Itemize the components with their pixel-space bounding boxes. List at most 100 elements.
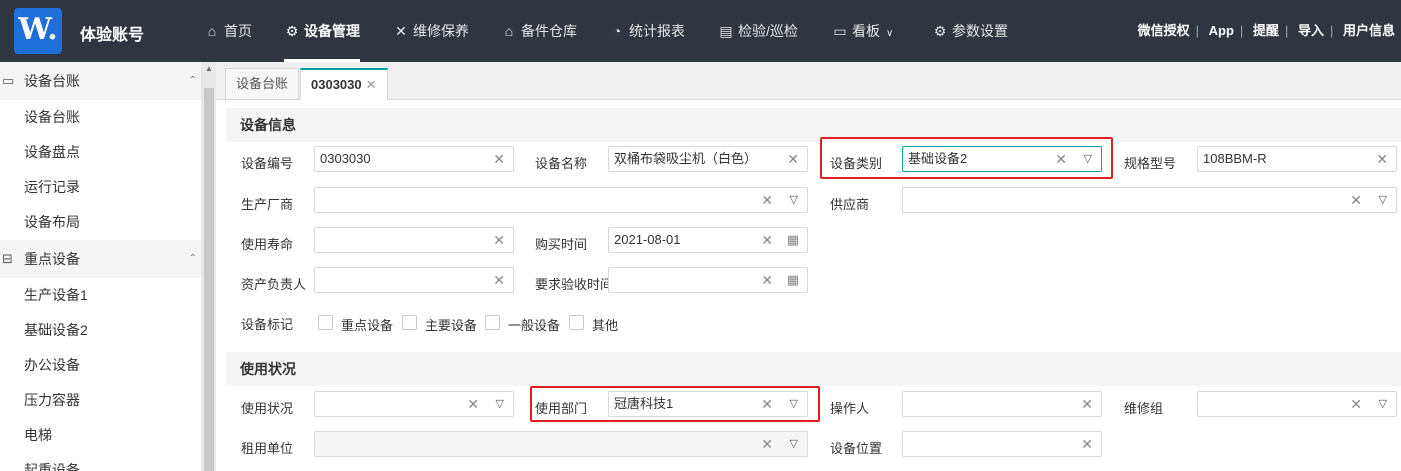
clear-icon[interactable]: ✕ bbox=[467, 392, 479, 416]
checkbox-main-equipment[interactable] bbox=[402, 315, 417, 330]
nav-label: 维修保养 bbox=[413, 23, 469, 39]
nav-settings[interactable]: ⚙ 参数设置 bbox=[932, 0, 1008, 62]
field-value: 2021-08-01 bbox=[614, 232, 681, 247]
chevron-down-icon[interactable]: ▽ bbox=[790, 392, 798, 416]
clear-icon[interactable]: ✕ bbox=[1350, 392, 1362, 416]
field-label: 使用状况 bbox=[241, 401, 294, 416]
sidebar-item-basic[interactable]: 基础设备2 bbox=[0, 313, 201, 348]
purchase-date-picker[interactable]: 2021-08-01 ✕ ▦ bbox=[608, 227, 808, 253]
checkbox-key-equipment[interactable] bbox=[318, 315, 333, 330]
chevron-down-icon[interactable]: ▽ bbox=[790, 432, 798, 456]
nav-label: 检验/巡检 bbox=[738, 23, 798, 39]
field-label: 设备位置 bbox=[830, 441, 883, 456]
clear-icon[interactable]: ✕ bbox=[1055, 147, 1067, 171]
department-select[interactable]: 冠唐科技1 ✕ ▽ bbox=[608, 391, 808, 417]
nav-warehouse[interactable]: ⌂ 备件仓库 bbox=[501, 0, 577, 62]
calendar-icon[interactable]: ▦ bbox=[787, 268, 799, 292]
nav-label: 统计报表 bbox=[629, 23, 685, 39]
calendar-icon[interactable]: ▦ bbox=[787, 228, 799, 252]
clear-icon[interactable]: ✕ bbox=[1376, 147, 1388, 171]
clear-icon[interactable]: ✕ bbox=[493, 268, 505, 292]
group-label: 重点设备 bbox=[24, 251, 80, 267]
clear-icon[interactable]: ✕ bbox=[761, 228, 773, 252]
scroll-up-arrow-icon[interactable]: ▲ bbox=[202, 64, 216, 76]
sidebar-group-key-equipment[interactable]: ⊟ 重点设备 ⌃ bbox=[0, 240, 201, 278]
usage-status-select[interactable]: ✕ ▽ bbox=[314, 391, 514, 417]
field-label: 维修组 bbox=[1124, 401, 1164, 416]
device-code-input[interactable]: 0303030 ✕ bbox=[314, 146, 514, 172]
field-label: 设备类别 bbox=[830, 156, 883, 171]
app-logo[interactable]: W. bbox=[14, 8, 62, 54]
sidebar-item-inventory[interactable]: 设备盘点 bbox=[0, 135, 201, 170]
nav-inspection[interactable]: ▤ 检验/巡检 bbox=[718, 0, 798, 62]
sidebar-item-layout[interactable]: 设备布局 bbox=[0, 205, 201, 240]
link-user-info[interactable]: 用户信息 bbox=[1337, 23, 1401, 38]
chevron-down-icon[interactable]: ▽ bbox=[1379, 188, 1387, 212]
device-category-select[interactable]: 基础设备2 ✕ ▽ bbox=[902, 146, 1102, 172]
equipment-icon: ⚙ bbox=[285, 23, 299, 39]
sidebar-item-production[interactable]: 生产设备1 bbox=[0, 278, 201, 313]
clear-icon[interactable]: ✕ bbox=[1081, 432, 1093, 456]
minus-box-icon: ⊟ bbox=[2, 251, 13, 266]
model-input[interactable]: 108BBM-R ✕ bbox=[1197, 146, 1397, 172]
repair-group-select[interactable]: ✕ ▽ bbox=[1197, 391, 1397, 417]
sidebar: ▭ 设备台账 ⌃ 设备台账 设备盘点 运行记录 设备布局 ⊟ 重点设备 ⌃ 生产… bbox=[0, 62, 202, 471]
checkbox-other[interactable] bbox=[569, 315, 584, 330]
home-icon: ⌂ bbox=[207, 23, 217, 39]
nav-equipment[interactable]: ⚙ 设备管理 bbox=[284, 0, 360, 62]
chevron-down-icon[interactable]: ▽ bbox=[1379, 392, 1387, 416]
sidebar-item-ledger[interactable]: 设备台账 bbox=[0, 100, 201, 135]
field-value: 0303030 bbox=[320, 151, 371, 166]
divider: | bbox=[1284, 23, 1289, 38]
nav-home[interactable]: ⌂ 首页 bbox=[204, 0, 252, 62]
inspection-icon: ▤ bbox=[719, 23, 733, 39]
nav-dashboard[interactable]: ▭ 看板 ∨ bbox=[832, 0, 893, 62]
sidebar-item-run-log[interactable]: 运行记录 bbox=[0, 170, 201, 205]
checkbox-general-equipment[interactable] bbox=[485, 315, 500, 330]
tab-device-0303030[interactable]: 0303030 ✕ bbox=[300, 68, 388, 100]
sidebar-scrollbar[interactable]: ▲ bbox=[202, 62, 216, 471]
chevron-down-icon[interactable]: ▽ bbox=[1084, 147, 1092, 171]
chevron-down-icon[interactable]: ▽ bbox=[496, 392, 504, 416]
sidebar-item-lifting[interactable]: 起重设备 bbox=[0, 453, 201, 471]
field-label: 供应商 bbox=[830, 197, 870, 212]
supplier-select[interactable]: ✕ ▽ bbox=[902, 187, 1397, 213]
link-app[interactable]: App bbox=[1203, 23, 1240, 38]
operator-input[interactable]: ✕ bbox=[902, 391, 1102, 417]
device-name-input[interactable]: 双桶布袋吸尘机（白色） ✕ bbox=[608, 146, 808, 172]
sidebar-item-elevator[interactable]: 电梯 bbox=[0, 418, 201, 453]
clear-icon[interactable]: ✕ bbox=[761, 268, 773, 292]
clear-icon[interactable]: ✕ bbox=[493, 147, 505, 171]
nav-reports[interactable]: ◔ 统计报表 bbox=[609, 0, 685, 62]
field-label: 资产负责人 bbox=[241, 277, 307, 292]
link-import[interactable]: 导入 bbox=[1292, 23, 1330, 38]
link-wechat-auth[interactable]: 微信授权 bbox=[1132, 23, 1196, 38]
sidebar-item-office[interactable]: 办公设备 bbox=[0, 348, 201, 383]
clear-icon[interactable]: ✕ bbox=[1081, 392, 1093, 416]
owner-input[interactable]: ✕ bbox=[314, 267, 514, 293]
nav-label: 备件仓库 bbox=[521, 23, 577, 39]
sidebar-item-pressure[interactable]: 压力容器 bbox=[0, 383, 201, 418]
clear-icon[interactable]: ✕ bbox=[761, 188, 773, 212]
clear-icon[interactable]: ✕ bbox=[1350, 188, 1362, 212]
location-input[interactable]: ✕ bbox=[902, 431, 1102, 457]
lifespan-input[interactable]: ✕ bbox=[314, 227, 514, 253]
clear-icon[interactable]: ✕ bbox=[761, 392, 773, 416]
field-label: 操作人 bbox=[830, 401, 870, 416]
nav-maintenance[interactable]: ✕ 维修保养 bbox=[393, 0, 469, 62]
sidebar-group-ledger[interactable]: ▭ 设备台账 ⌃ bbox=[0, 62, 201, 100]
clear-icon[interactable]: ✕ bbox=[761, 432, 773, 456]
clear-icon[interactable]: ✕ bbox=[787, 147, 799, 171]
scroll-thumb[interactable] bbox=[204, 88, 214, 471]
clear-icon[interactable]: ✕ bbox=[493, 228, 505, 252]
collapse-icon: ⌃ bbox=[188, 75, 197, 86]
manufacturer-select[interactable]: ✕ ▽ bbox=[314, 187, 808, 213]
lessee-select[interactable]: ✕ ▽ bbox=[314, 431, 808, 457]
acceptance-date-picker[interactable]: ✕ ▦ bbox=[608, 267, 808, 293]
tab-label: 0303030 bbox=[311, 77, 362, 92]
checkbox-label: 主要设备 bbox=[425, 318, 478, 333]
tab-ledger[interactable]: 设备台账 bbox=[225, 68, 300, 100]
close-icon[interactable]: ✕ bbox=[366, 77, 377, 92]
chevron-down-icon[interactable]: ▽ bbox=[790, 188, 798, 212]
link-reminder[interactable]: 提醒 bbox=[1247, 23, 1285, 38]
